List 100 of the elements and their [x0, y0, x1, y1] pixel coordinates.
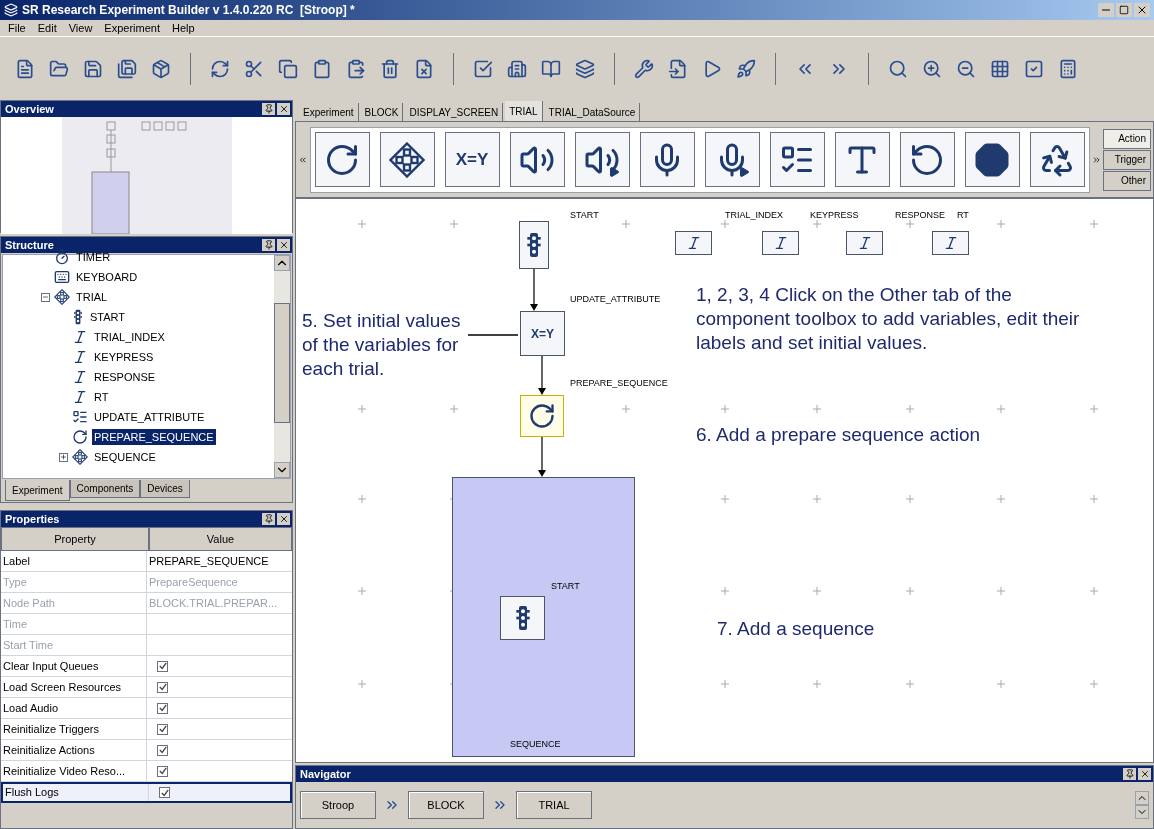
new-file-icon [15, 58, 35, 79]
property-row[interactable]: Reinitialize Actions [1, 740, 292, 761]
checkbox[interactable] [157, 765, 168, 777]
node-label: START [570, 209, 599, 222]
tree-item[interactable]: PREPARE_SEQUENCE [92, 428, 216, 446]
maximize-button[interactable] [1116, 3, 1132, 17]
editor-tab[interactable]: TRIAL [505, 101, 543, 121]
component-button[interactable] [574, 132, 630, 187]
variable-node[interactable] [675, 231, 712, 255]
component-button[interactable] [509, 132, 565, 187]
menu-item[interactable]: Edit [37, 19, 57, 37]
zoom-in-icon [922, 58, 942, 79]
property-name: Label [1, 551, 147, 571]
annotation-text: 5. Set initial values of the variables for each trial. [302, 309, 462, 381]
checkbox[interactable] [157, 723, 168, 735]
pin-button[interactable] [262, 239, 275, 251]
scrollbar[interactable] [274, 255, 290, 478]
column-header: Property [1, 527, 149, 551]
save-icon [83, 58, 103, 79]
category-tab[interactable]: Trigger [1103, 149, 1151, 170]
tree-item[interactable]: KEYPRESS [92, 348, 156, 366]
property-row[interactable]: Load Screen Resources [1, 677, 292, 698]
scroll-up-icon[interactable] [274, 255, 290, 271]
tree-item[interactable]: TRIAL [74, 288, 110, 306]
tree-item[interactable]: KEYBOARD [74, 268, 140, 286]
component-button[interactable] [964, 132, 1020, 187]
menu-item[interactable]: Help [172, 19, 195, 37]
node-label: TRIAL_INDEX [725, 209, 784, 222]
component-button[interactable] [769, 132, 825, 187]
variable-node[interactable] [762, 231, 799, 255]
property-name: Time [1, 614, 147, 634]
prepare-node[interactable] [520, 395, 564, 437]
component-button[interactable] [314, 132, 370, 187]
pin-button[interactable] [262, 513, 275, 525]
breadcrumb-button[interactable]: TRIAL [516, 791, 592, 819]
property-row[interactable]: Clear Input Queues [1, 656, 292, 677]
pin-icon [1124, 769, 1135, 779]
checkbox[interactable] [157, 681, 168, 693]
component-button[interactable] [704, 132, 760, 187]
tree-item[interactable]: RESPONSE [92, 368, 158, 386]
connector-arrow [537, 356, 547, 395]
start-node[interactable] [519, 221, 549, 269]
close-button[interactable] [1138, 768, 1151, 780]
menu-item[interactable]: Experiment [104, 19, 160, 37]
annotation-text: 1, 2, 3, 4 Click on the Other tab of the component toolbox to add variables, edit their labels and set initial values. [696, 283, 1081, 355]
panel-tab[interactable]: Experiment [5, 480, 70, 501]
node-label: RESPONSE [895, 209, 945, 222]
checkbox[interactable] [157, 744, 168, 756]
tree-item[interactable]: START [88, 308, 128, 326]
minimize-button[interactable] [1098, 3, 1114, 17]
tree-item[interactable]: TIMER [74, 248, 113, 266]
property-row[interactable]: Load Audio [1, 698, 292, 719]
panel-tab[interactable]: Components [69, 480, 141, 498]
checkbox[interactable] [157, 702, 168, 714]
property-row[interactable]: Flush Logs [1, 782, 292, 803]
property-row[interactable]: Reinitialize Triggers [1, 719, 292, 740]
collapse-toggle-icon[interactable] [41, 292, 50, 302]
property-name: Reinitialize Actions [1, 740, 147, 760]
close-button[interactable] [1134, 3, 1150, 17]
panel-tab[interactable]: Devices [140, 480, 190, 498]
tree-item[interactable]: TRIAL_INDEX [92, 328, 167, 346]
close-button[interactable] [277, 513, 290, 525]
close-icon [1136, 4, 1148, 16]
menu-item[interactable]: File [8, 19, 26, 37]
component-button[interactable] [834, 132, 890, 187]
property-row[interactable]: Label PREPARE_SEQUENCE [1, 551, 292, 572]
close-button[interactable] [277, 239, 290, 251]
tree-item[interactable]: SEQUENCE [92, 448, 158, 466]
property-name: Load Screen Resources [1, 677, 147, 697]
category-tab[interactable]: Action [1103, 128, 1151, 149]
tree-item[interactable]: RT [92, 388, 111, 406]
category-tab[interactable]: Other [1103, 170, 1151, 191]
variable-node[interactable] [846, 231, 883, 255]
start-node[interactable] [500, 596, 545, 640]
sequence-node[interactable]: START SEQUENCE [452, 477, 635, 757]
pin-icon [263, 240, 274, 250]
component-button[interactable] [1029, 132, 1085, 187]
pin-button[interactable] [262, 103, 275, 115]
component-button[interactable] [379, 132, 435, 187]
close-button[interactable] [277, 103, 290, 115]
expand-toggle-icon[interactable] [59, 452, 68, 462]
zoom-out-icon [956, 58, 976, 79]
tree-item[interactable]: UPDATE_ATTRIBUTE [92, 408, 207, 426]
breadcrumb-button[interactable]: BLOCK [408, 791, 484, 819]
variable-node[interactable] [932, 231, 969, 255]
component-button[interactable] [639, 132, 695, 187]
component-button[interactable]: X=Y [444, 132, 500, 187]
scroll-down-icon[interactable] [274, 462, 290, 478]
update-node[interactable]: X=Y [520, 311, 565, 356]
component-button[interactable] [899, 132, 955, 187]
checkbox[interactable] [157, 660, 168, 672]
property-name: Reinitialize Triggers [1, 719, 147, 739]
checkbox[interactable] [159, 787, 170, 798]
pin-button[interactable] [1123, 768, 1136, 780]
annotation-text: 7. Add a sequence [717, 617, 876, 641]
menu-item[interactable]: View [68, 19, 93, 37]
property-value: PREPARE_SEQUENCE [149, 553, 269, 569]
breadcrumb-button[interactable]: Stroop [300, 791, 376, 819]
rocket-icon [736, 58, 756, 79]
node-label: UPDATE_ATTRIBUTE [570, 293, 661, 306]
